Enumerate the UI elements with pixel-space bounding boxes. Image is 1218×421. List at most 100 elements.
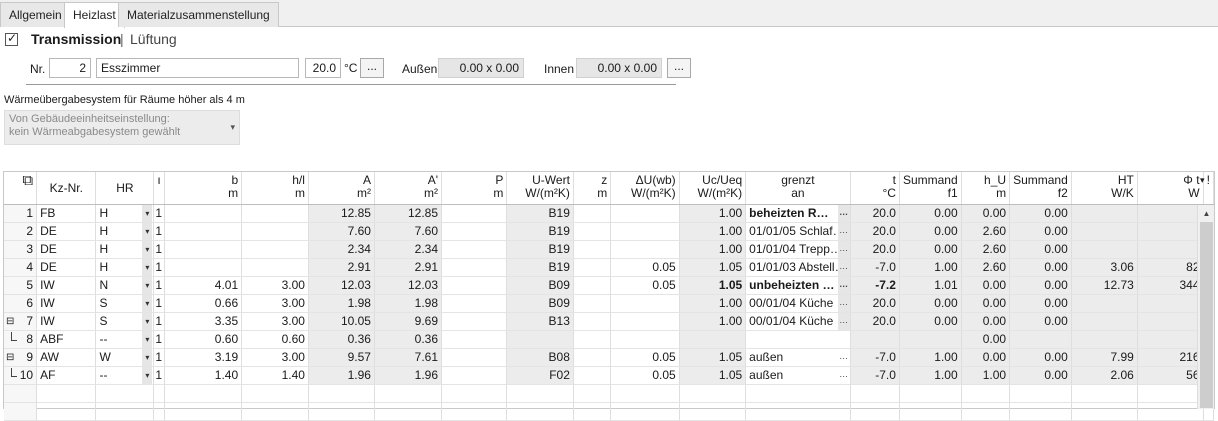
cell-kz-nr-[interactable]: AF: [36, 366, 97, 385]
transmission-label[interactable]: Transmission: [31, 31, 121, 47]
cell-a-[interactable]: 1.98: [374, 294, 443, 313]
cell-p[interactable]: [441, 204, 508, 223]
empty-cell[interactable]: [1137, 384, 1204, 403]
cell--u-wb-[interactable]: 0.05: [610, 258, 680, 277]
column-header-17[interactable]: Summand f2: [1009, 172, 1072, 205]
cell--t[interactable]: 82: [1137, 258, 1204, 277]
table-row[interactable]: 9 AW W ▾ 1 3.19 3.00 9.57 7.61 B08 0.05 1.05 außen… -…: [4, 348, 1215, 367]
cell-a[interactable]: 2.34: [308, 240, 375, 259]
tab-materialzusammenstellung[interactable]: Materialzusammenstellung: [118, 2, 279, 27]
empty-cell[interactable]: [850, 402, 900, 421]
column-header-11[interactable]: ΔU(wb) W/(m²K): [610, 172, 680, 205]
cell-h-l[interactable]: 3.00: [241, 348, 309, 367]
cell-uc-ueq[interactable]: 1.00: [679, 312, 747, 331]
cell-summand[interactable]: 0.00: [1009, 276, 1072, 295]
cell-grenzt[interactable]: 01/01/03 Abstell……: [745, 258, 851, 277]
chevron-down-icon[interactable]: ▾: [142, 294, 153, 311]
ellipsis-icon[interactable]: …: [837, 294, 850, 311]
cell-summand[interactable]: [899, 330, 962, 349]
cell-summand[interactable]: 0.00: [1009, 222, 1072, 241]
empty-cell[interactable]: [961, 402, 1011, 421]
ellipsis-icon[interactable]: …: [837, 366, 850, 383]
cell-a[interactable]: 0.36: [308, 330, 375, 349]
cell-u-wert[interactable]: B13: [506, 312, 574, 331]
cell-t[interactable]: -7.2: [850, 276, 900, 295]
cell--[interactable]: 1: [153, 276, 165, 295]
column-header-7[interactable]: A' m²: [374, 172, 443, 205]
table-row[interactable]: 1 FB H ▾ 1 12.85 12.85 B19 1.00 beheizten R…… 20.0…: [4, 204, 1215, 223]
cell-summand[interactable]: 1.00: [899, 258, 962, 277]
empty-cell[interactable]: [308, 402, 375, 421]
cell-b[interactable]: 4.01: [164, 276, 243, 295]
cell-summand[interactable]: 0.00: [1009, 240, 1072, 259]
cell--u-wb-[interactable]: [610, 240, 680, 259]
cell-summand[interactable]: 0.00: [1009, 348, 1072, 367]
collapse-group-icon[interactable]: ⊟: [6, 317, 14, 327]
empty-cell[interactable]: [36, 402, 97, 421]
cell-z[interactable]: [573, 276, 612, 295]
column-header-8[interactable]: Pm: [441, 172, 508, 205]
cell-[interactable]: 2: [4, 222, 38, 241]
cell-a[interactable]: 1.98: [308, 294, 375, 313]
cell-u-wert[interactable]: B19: [506, 222, 574, 241]
empty-row[interactable]: [4, 402, 1215, 421]
cell-summand[interactable]: 1.00: [899, 366, 962, 385]
cell-hr[interactable]: -- ▾: [95, 330, 155, 349]
cell-u-wert[interactable]: [506, 330, 574, 349]
heat-transfer-dropdown[interactable]: Von Gebäudeeinheitseinstellung: kein Wär…: [4, 110, 240, 145]
empty-cell[interactable]: [308, 384, 375, 403]
chevron-down-icon[interactable]: ▾: [142, 366, 153, 383]
vertical-scrollbar[interactable]: ▲: [1197, 205, 1214, 409]
cell-summand[interactable]: 0.00: [1009, 204, 1072, 223]
empty-cell[interactable]: [241, 384, 309, 403]
empty-cell[interactable]: [1137, 402, 1204, 421]
cell-summand[interactable]: [1009, 330, 1072, 349]
cell-ht[interactable]: [1071, 204, 1138, 223]
cell-kz-nr-[interactable]: IW: [36, 276, 97, 295]
empty-cell[interactable]: [1071, 402, 1138, 421]
cell-a-[interactable]: 12.85: [374, 204, 443, 223]
ellipsis-icon[interactable]: …: [837, 312, 850, 329]
cell-grenzt[interactable]: außen…: [745, 366, 851, 385]
table-row[interactable]: 7 IW S ▾ 1 3.35 3.00 10.05 9.69 B13 1.00 00/01/04 K…: [4, 312, 1215, 331]
chevron-down-icon[interactable]: ▾: [142, 348, 153, 365]
cell-ht[interactable]: 7.99: [1071, 348, 1138, 367]
cell--t[interactable]: [1137, 204, 1204, 223]
cell-b[interactable]: 3.19: [164, 348, 243, 367]
cell-u-wert[interactable]: B09: [506, 276, 574, 295]
column-header-14[interactable]: t °C: [850, 172, 900, 205]
cell-kz-nr-[interactable]: DE: [36, 222, 97, 241]
cell-kz-nr-[interactable]: FB: [36, 204, 97, 223]
column-header-5[interactable]: h/l m: [241, 172, 309, 205]
cell--u-wb-[interactable]: [610, 204, 680, 223]
cell-u-wert[interactable]: B08: [506, 348, 574, 367]
cell-h-u[interactable]: 2.60: [961, 240, 1011, 259]
empty-cell[interactable]: [441, 402, 508, 421]
empty-cell[interactable]: [899, 384, 962, 403]
cell-[interactable]: 6: [4, 294, 38, 313]
cell-b[interactable]: 3.35: [164, 312, 243, 331]
empty-cell[interactable]: [1009, 384, 1072, 403]
cell-ht[interactable]: 3.06: [1071, 258, 1138, 277]
cell-z[interactable]: [573, 240, 612, 259]
cell-h-u[interactable]: 0.00: [961, 312, 1011, 331]
cell--u-wb-[interactable]: [610, 294, 680, 313]
column-header-2[interactable]: HR: [95, 172, 155, 205]
cell-ht[interactable]: [1071, 330, 1138, 349]
empty-cell[interactable]: [164, 384, 243, 403]
empty-cell[interactable]: [573, 402, 612, 421]
cell-h-u[interactable]: 0.00: [961, 204, 1011, 223]
cell-grenzt[interactable]: 00/01/04 Küche…: [745, 312, 851, 331]
cell-h-u[interactable]: 1.00: [961, 366, 1011, 385]
cell-b[interactable]: [164, 258, 243, 277]
cell--t[interactable]: [1137, 294, 1204, 313]
room-name-field[interactable]: Esszimmer: [96, 58, 299, 78]
cell-p[interactable]: [441, 348, 508, 367]
cell-t[interactable]: 20.0: [850, 312, 900, 331]
cell--[interactable]: 1: [153, 258, 165, 277]
cell-summand[interactable]: 0.00: [899, 204, 962, 223]
cell--[interactable]: 1: [153, 294, 165, 313]
cell-uc-ueq[interactable]: 1.05: [679, 276, 747, 295]
cell-h-l[interactable]: 3.00: [241, 276, 309, 295]
cell-z[interactable]: [573, 348, 612, 367]
